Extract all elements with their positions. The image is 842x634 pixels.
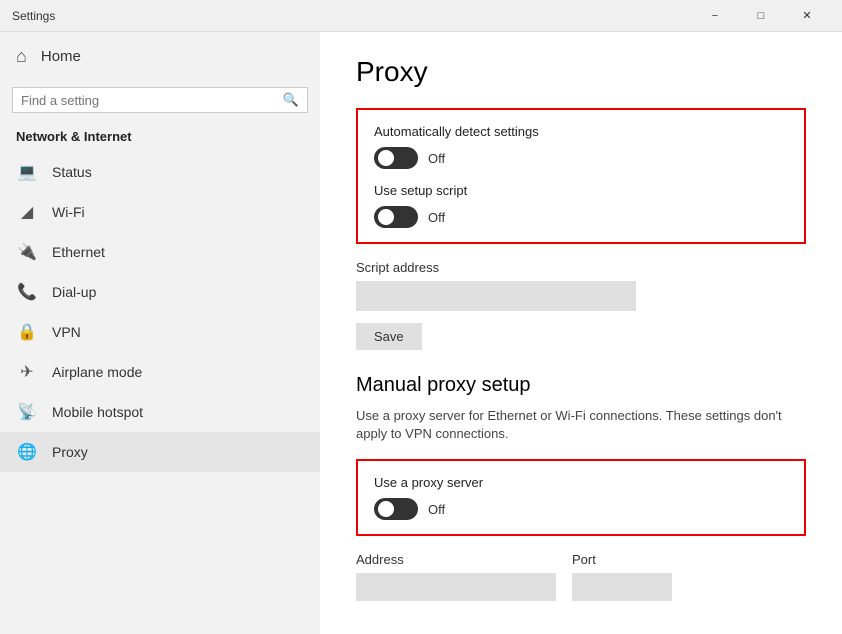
sidebar-item-vpn[interactable]: 🔒 VPN <box>0 312 320 352</box>
manual-proxy-title: Manual proxy setup <box>356 374 806 397</box>
sidebar-item-label-ethernet: Ethernet <box>52 244 105 260</box>
address-port-row: Address Port <box>356 552 806 601</box>
sidebar-item-ethernet[interactable]: 🔌 Ethernet <box>0 232 320 272</box>
auto-detect-toggle-row: Off <box>374 147 788 169</box>
home-icon: ⌂ <box>16 46 27 67</box>
manual-proxy-description: Use a proxy server for Ethernet or Wi-Fi… <box>356 407 806 443</box>
sidebar-item-label-status: Status <box>52 164 92 180</box>
manual-proxy-box: Use a proxy server Off <box>356 459 806 536</box>
auto-detect-label: Automatically detect settings <box>374 124 788 139</box>
sidebar-item-airplane[interactable]: ✈ Airplane mode <box>0 352 320 392</box>
sidebar-item-label-vpn: VPN <box>52 324 81 340</box>
use-proxy-state: Off <box>428 502 445 517</box>
hotspot-icon: 📡 <box>16 402 38 422</box>
search-input[interactable] <box>21 93 283 108</box>
titlebar-controls: − □ ✕ <box>692 0 830 32</box>
sidebar-item-label-proxy: Proxy <box>52 444 88 460</box>
ethernet-icon: 🔌 <box>16 242 38 262</box>
use-proxy-label: Use a proxy server <box>374 475 788 490</box>
port-input[interactable] <box>572 573 672 601</box>
sidebar-item-hotspot[interactable]: 📡 Mobile hotspot <box>0 392 320 432</box>
setup-script-label: Use setup script <box>374 183 788 198</box>
sidebar-item-proxy[interactable]: 🌐 Proxy <box>0 432 320 472</box>
sidebar-item-label-dialup: Dial-up <box>52 284 96 300</box>
setup-script-toggle[interactable] <box>374 206 418 228</box>
home-label: Home <box>41 48 81 65</box>
setup-script-state: Off <box>428 210 445 225</box>
auto-proxy-box: Automatically detect settings Off Use se… <box>356 108 806 244</box>
save-button[interactable]: Save <box>356 323 422 350</box>
port-block: Port <box>572 552 672 601</box>
maximize-button[interactable]: □ <box>738 0 784 32</box>
titlebar-title: Settings <box>12 9 692 23</box>
search-icon: 🔍 <box>283 92 299 108</box>
use-proxy-toggle[interactable] <box>374 498 418 520</box>
script-address-label: Script address <box>356 260 806 275</box>
use-proxy-toggle-row: Off <box>374 498 788 520</box>
search-box: 🔍 <box>12 87 308 113</box>
vpn-icon: 🔒 <box>16 322 38 342</box>
status-icon: 💻 <box>16 162 38 182</box>
dialup-icon: 📞 <box>16 282 38 302</box>
sidebar: ⌂ Home 🔍 Network & Internet 💻 Status ◢ W… <box>0 32 320 634</box>
address-block: Address <box>356 552 556 601</box>
wifi-icon: ◢ <box>16 202 38 222</box>
proxy-icon: 🌐 <box>16 442 38 462</box>
content-area: Proxy Automatically detect settings Off … <box>320 32 842 634</box>
sidebar-item-dialup[interactable]: 📞 Dial-up <box>0 272 320 312</box>
auto-detect-toggle[interactable] <box>374 147 418 169</box>
sidebar-section-label: Network & Internet <box>0 123 320 152</box>
airplane-icon: ✈ <box>16 362 38 382</box>
sidebar-item-wifi[interactable]: ◢ Wi-Fi <box>0 192 320 232</box>
close-button[interactable]: ✕ <box>784 0 830 32</box>
titlebar: Settings − □ ✕ <box>0 0 842 32</box>
sidebar-item-label-hotspot: Mobile hotspot <box>52 404 143 420</box>
sidebar-item-status[interactable]: 💻 Status <box>0 152 320 192</box>
sidebar-item-label-wifi: Wi-Fi <box>52 204 85 220</box>
minimize-button[interactable]: − <box>692 0 738 32</box>
app-body: ⌂ Home 🔍 Network & Internet 💻 Status ◢ W… <box>0 32 842 634</box>
port-label: Port <box>572 552 672 567</box>
setup-script-toggle-row: Off <box>374 206 788 228</box>
sidebar-item-home[interactable]: ⌂ Home <box>0 32 320 81</box>
auto-detect-state: Off <box>428 151 445 166</box>
page-title: Proxy <box>356 56 806 88</box>
script-address-input[interactable] <box>356 281 636 311</box>
address-input[interactable] <box>356 573 556 601</box>
sidebar-item-label-airplane: Airplane mode <box>52 364 142 380</box>
address-label: Address <box>356 552 556 567</box>
